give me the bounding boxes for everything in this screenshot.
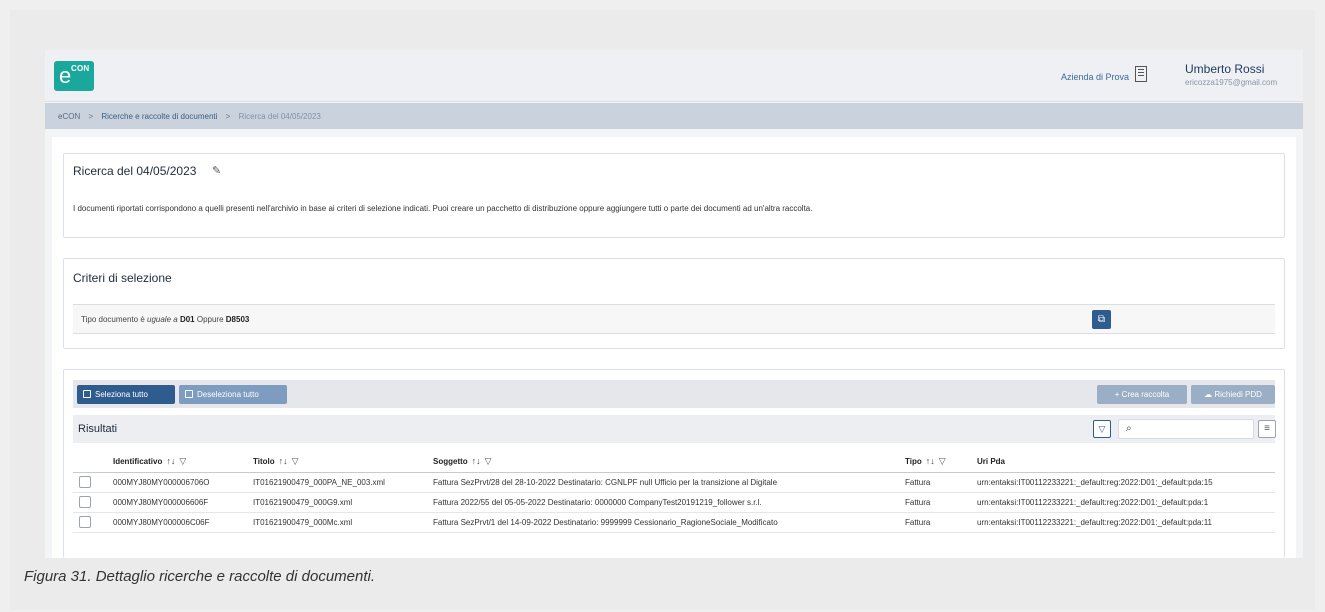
request-pdd-button[interactable]: ☁ Richiedi PDD <box>1191 385 1275 404</box>
figure-frame: e CON Azienda di Prova Umberto Rossi eri… <box>10 10 1315 610</box>
filter-icon: ▽ <box>179 456 187 467</box>
col-soggetto[interactable]: Soggetto ↑↓ ▽ <box>429 452 901 473</box>
cell-id: 000MYJ80MY000006706O <box>109 472 249 493</box>
search-input[interactable]: ⌕ <box>1118 419 1254 439</box>
breadcrumb-separator: > <box>225 112 231 121</box>
table-row[interactable]: 000MYJ80MY000006C06F IT01621900479_000Mc… <box>73 512 1275 533</box>
col-tipo[interactable]: Tipo ↑↓ ▽ <box>901 452 973 473</box>
table-header-row: Identificativo ↑↓ ▽ Titolo ↑↓ ▽ Soggetto ↑↓ ▽ … <box>73 452 1275 473</box>
results-table: Identificativo ↑↓ ▽ Titolo ↑↓ ▽ Soggetto ↑↓ ▽ … <box>73 452 1275 533</box>
user-name[interactable]: Umberto Rossi <box>1185 62 1264 76</box>
company-name[interactable]: Azienda di Prova <box>1061 72 1129 82</box>
columns-menu-button[interactable]: ≡ <box>1258 420 1276 438</box>
cell-uri: urn:entaksi:IT00112233221:_default:reg:2… <box>973 512 1275 533</box>
cell-soggetto: Fattura 2022/55 del 05-05-2022 Destinata… <box>429 492 901 513</box>
logo-con: CON <box>71 64 90 73</box>
filter-icon: ▽ <box>484 456 492 467</box>
copy-icon: ⧉ <box>1097 314 1106 325</box>
breadcrumb-current: Ricerca del 04/05/2023 <box>238 112 321 121</box>
row-checkbox[interactable] <box>79 516 91 528</box>
cell-titolo: IT01621900479_000G9.xml <box>249 492 429 513</box>
building-icon[interactable] <box>1135 66 1147 82</box>
row-checkbox[interactable] <box>79 476 91 488</box>
select-column-header <box>73 452 109 473</box>
sort-icon: ↑↓ <box>278 456 288 467</box>
menu-icon: ≡ <box>1264 423 1270 434</box>
search-description: I documenti riportati corrispondono a qu… <box>73 204 813 213</box>
cell-tipo: Fattura <box>901 492 973 513</box>
cell-titolo: IT01621900479_000PA_NE_003.xml <box>249 472 429 493</box>
cell-tipo: Fattura <box>901 512 973 533</box>
breadcrumb-separator: > <box>88 112 94 121</box>
filter-icon: ▽ <box>1098 424 1106 434</box>
cell-tipo: Fattura <box>901 472 973 493</box>
filter-icon: ▽ <box>938 456 946 467</box>
main-content: Ricerca del 04/05/2023 ✎ I documenti rip… <box>52 137 1296 558</box>
search-icon: ⌕ <box>1126 423 1132 434</box>
deselect-all-button[interactable]: Deseleziona tutto <box>179 385 287 404</box>
breadcrumb: eCON > Ricerche e raccolte di documenti … <box>45 103 1303 129</box>
cell-id: 000MYJ80MY000006C06F <box>109 512 249 533</box>
table-row[interactable]: 000MYJ80MY000006706O IT01621900479_000PA… <box>73 472 1275 493</box>
sort-icon: ↑↓ <box>166 456 176 467</box>
figure-caption: Figura 31. Dettaglio ricerche e raccolte… <box>24 568 376 585</box>
filter-toggle-button[interactable]: ▽ <box>1093 420 1111 438</box>
col-uri-pda: Uri Pda <box>973 452 1275 473</box>
table-row[interactable]: 000MYJ80MY000006606F IT01621900479_000G9… <box>73 492 1275 513</box>
sort-icon: ↑↓ <box>471 456 481 467</box>
cloud-upload-icon: ☁ <box>1204 390 1213 399</box>
filter-icon: ▽ <box>291 456 299 467</box>
search-title: Ricerca del 04/05/2023 <box>73 164 197 178</box>
results-header-bar: Risultati ▽ ⌕ ≡ <box>73 415 1276 443</box>
cell-soggetto: Fattura SezPrvt/1 del 14-09-2022 Destina… <box>429 512 901 533</box>
top-header: e CON Azienda di Prova Umberto Rossi eri… <box>45 50 1303 102</box>
app-screenshot: e CON Azienda di Prova Umberto Rossi eri… <box>45 50 1303 558</box>
breadcrumb-searches[interactable]: Ricerche e raccolte di documenti <box>101 112 217 121</box>
logo-e: e <box>59 63 72 88</box>
results-toolbar: Seleziona tutto Deseleziona tutto + Crea… <box>73 380 1275 408</box>
cell-uri: urn:entaksi:IT00112233221:_default:reg:2… <box>973 492 1275 513</box>
criteria-title: Criteri di selezione <box>73 271 172 285</box>
row-checkbox[interactable] <box>79 496 91 508</box>
breadcrumb-home[interactable]: eCON <box>58 112 80 121</box>
col-identificativo[interactable]: Identificativo ↑↓ ▽ <box>109 452 249 473</box>
user-email: ericozza1975@gmail.com <box>1185 78 1278 87</box>
econ-logo[interactable]: e CON <box>54 61 94 91</box>
cell-titolo: IT01621900479_000Mc.xml <box>249 512 429 533</box>
col-titolo[interactable]: Titolo ↑↓ ▽ <box>249 452 429 473</box>
results-title: Risultati <box>78 423 118 435</box>
select-all-button[interactable]: Seleziona tutto <box>77 385 175 404</box>
empty-box-icon <box>185 390 193 398</box>
create-collection-button[interactable]: + Crea raccolta <box>1097 385 1187 404</box>
sort-icon: ↑↓ <box>925 456 935 467</box>
criteria-row: Tipo documento è uguale a D01 Oppure D85… <box>73 304 1275 334</box>
search-info-card: Ricerca del 04/05/2023 ✎ I documenti rip… <box>63 153 1285 238</box>
cell-soggetto: Fattura SezPrvt/28 del 28-10-2022 Destin… <box>429 472 901 493</box>
cell-id: 000MYJ80MY000006606F <box>109 492 249 513</box>
cell-uri: urn:entaksi:IT00112233221:_default:reg:2… <box>973 472 1275 493</box>
criteria-text: Tipo documento è uguale a D01 Oppure D85… <box>81 315 250 324</box>
results-card: Seleziona tutto Deseleziona tutto + Crea… <box>63 369 1285 558</box>
criteria-card: Criteri di selezione Tipo documento è ug… <box>63 258 1285 349</box>
checked-box-icon <box>83 390 91 398</box>
edit-pencil-icon[interactable]: ✎ <box>212 164 221 177</box>
copy-criteria-button[interactable]: ⧉ <box>1092 310 1111 329</box>
